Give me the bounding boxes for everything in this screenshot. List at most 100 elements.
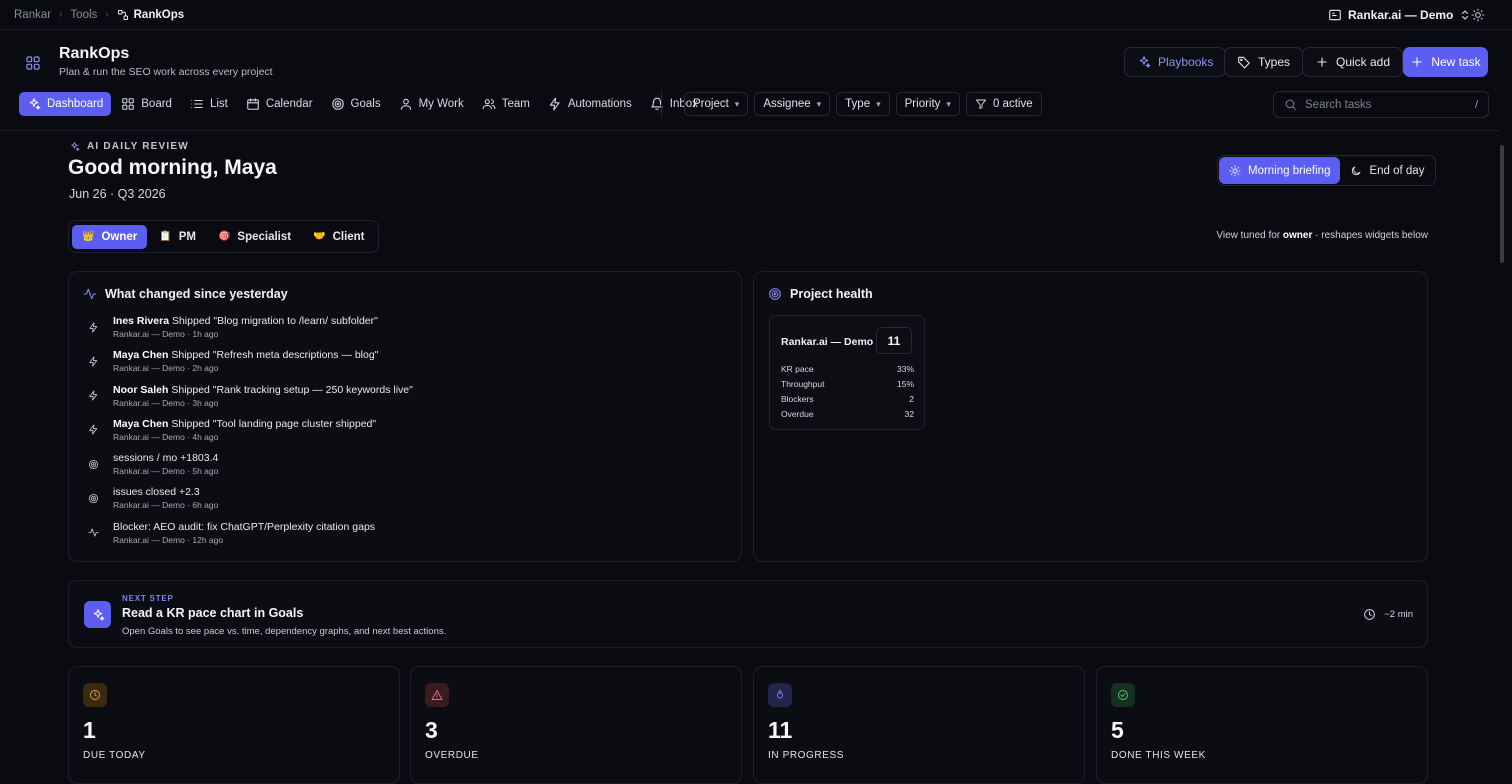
- target-icon: [331, 97, 345, 111]
- breadcrumb: Rankar › Tools › RankOps: [14, 9, 184, 21]
- stat-in-progress[interactable]: 11 IN PROGRESS: [753, 666, 1085, 784]
- bolt-icon: [87, 321, 99, 333]
- app-title: RankOps: [59, 45, 130, 62]
- app-subtitle: Plan & run the SEO work across every pro…: [59, 66, 273, 78]
- header-divider: [0, 130, 1500, 131]
- health-row-blockers: Blockers 2: [781, 394, 914, 404]
- warning-icon: [425, 683, 449, 707]
- bolt-icon: [87, 355, 99, 367]
- ai-daily-review-label: AI DAILY REVIEW: [69, 141, 189, 152]
- tab-dashboard[interactable]: Dashboard: [19, 92, 112, 116]
- priority-filter[interactable]: Priority ▾: [895, 92, 960, 116]
- workflow-icon: [117, 9, 129, 21]
- nav-divider: [661, 90, 662, 118]
- chevron-right-icon: ›: [105, 9, 109, 20]
- handshake-icon: 🤝: [313, 231, 326, 242]
- tab-list[interactable]: List: [182, 92, 236, 116]
- list-item[interactable]: Maya Chen Shipped "Refresh meta descript…: [87, 349, 413, 383]
- chevron-down-icon: ▾: [876, 98, 881, 109]
- end-of-day-button[interactable]: End of day: [1340, 157, 1434, 184]
- briefing-toggle: Morning briefing End of day: [1217, 155, 1437, 186]
- search-box: /: [1273, 91, 1489, 118]
- target-icon: [87, 492, 99, 504]
- clock-icon: [1363, 608, 1376, 621]
- list-icon: [190, 97, 204, 111]
- project-task-count: 11: [876, 327, 912, 354]
- role-owner[interactable]: 👑 Owner: [72, 224, 148, 249]
- scrollbar-thumb[interactable]: [1500, 145, 1504, 263]
- tab-calendar[interactable]: Calendar: [238, 92, 321, 116]
- list-item[interactable]: sessions / mo +1803.4 Rankar.ai — Demo ·…: [87, 452, 413, 486]
- list-item[interactable]: Maya Chen Shipped "Tool landing page clu…: [87, 418, 413, 452]
- assignee-filter[interactable]: Assignee ▾: [754, 92, 831, 116]
- chevron-down-icon: ▾: [816, 98, 822, 109]
- search-input[interactable]: [1305, 98, 1467, 111]
- stat-due-today[interactable]: 1 DUE TODAY: [68, 666, 400, 784]
- breadcrumb-current: RankOps: [117, 9, 184, 21]
- calendar-icon: [246, 97, 260, 111]
- project-health-title: Project health: [768, 287, 873, 301]
- search-shortcut: /: [1474, 98, 1478, 111]
- breadcrumb-item-rankar[interactable]: Rankar: [14, 9, 51, 21]
- stat-done-this-week[interactable]: 5 DONE THIS WEEK: [1096, 666, 1428, 784]
- health-row-overdue: Overdue 32: [781, 409, 914, 419]
- filter-bar: Project ▾ Assignee ▾ Type ▾ Priority ▾ 0 act…: [684, 92, 1042, 116]
- flame-icon: [768, 683, 792, 707]
- type-filter[interactable]: Type ▾: [836, 92, 890, 116]
- sun-icon: [1229, 165, 1241, 177]
- stat-overdue[interactable]: 3 OVERDUE: [410, 666, 742, 784]
- list-item[interactable]: Noor Saleh Shipped "Rank tracking setup …: [87, 384, 413, 418]
- pulse-icon: [87, 527, 99, 539]
- user-icon: [399, 97, 413, 111]
- tab-board[interactable]: Board: [113, 92, 180, 116]
- project-name: Rankar.ai — Demo: [781, 336, 874, 348]
- workspace-switcher[interactable]: Rankar.ai — Demo: [1318, 4, 1481, 26]
- what-changed-title: What changed since yesterday: [83, 287, 288, 301]
- theme-toggle-sun-icon[interactable]: [1466, 4, 1490, 26]
- sparkles-icon: [1137, 55, 1151, 69]
- types-button[interactable]: Types: [1224, 47, 1304, 77]
- bolt-icon: [87, 390, 99, 402]
- sparkles-icon: [84, 601, 111, 628]
- next-step-title: Read a KR pace chart in Goals: [122, 606, 304, 620]
- bolt-icon: [548, 97, 562, 111]
- list-item[interactable]: issues closed +2.3 Rankar.ai — Demo · 6h…: [87, 486, 413, 520]
- workspace-name: Rankar.ai — Demo: [1348, 8, 1454, 22]
- users-icon: [482, 97, 496, 111]
- top-bar: Rankar › Tools › RankOps: [0, 0, 1512, 30]
- tab-goals[interactable]: Goals: [323, 92, 389, 116]
- role-client[interactable]: 🤝 Client: [303, 225, 374, 249]
- new-task-button[interactable]: New task: [1403, 47, 1488, 77]
- clock-icon: [83, 683, 107, 707]
- filter-icon: [975, 98, 987, 110]
- sparkles-icon: [69, 141, 80, 152]
- role-specialist[interactable]: 🎯 Specialist: [208, 225, 301, 249]
- project-health-card[interactable]: Rankar.ai — Demo 11 KR pace 33% Throughpu…: [769, 315, 925, 430]
- tab-automations[interactable]: Automations: [540, 92, 640, 116]
- grid-icon: [121, 97, 135, 111]
- playbooks-button[interactable]: Playbooks: [1124, 47, 1227, 77]
- plus-icon: [1410, 55, 1424, 69]
- chevron-down-icon: ▾: [946, 98, 951, 109]
- pulse-icon: [83, 287, 97, 301]
- check-circle-icon: [1111, 683, 1135, 707]
- chevron-right-icon: ›: [59, 9, 63, 20]
- quick-add-button[interactable]: Quick add: [1302, 47, 1404, 77]
- tab-team[interactable]: Team: [474, 92, 538, 116]
- list-item[interactable]: Blocker: AEO audit: fix ChatGPT/Perplexi…: [87, 521, 413, 555]
- morning-briefing-button[interactable]: Morning briefing: [1219, 157, 1341, 184]
- next-step-card[interactable]: NEXT STEP Read a KR pace chart in Goals …: [68, 580, 1428, 648]
- moon-icon: [1350, 165, 1362, 177]
- list-item[interactable]: Ines Rivera Shipped "Blog migration to /…: [87, 315, 413, 349]
- active-filters-button[interactable]: 0 active: [965, 92, 1042, 116]
- project-filter[interactable]: Project ▾: [684, 92, 749, 116]
- role-pm[interactable]: 📋 PM: [149, 225, 206, 249]
- role-switcher: 👑 Owner 📋 PM 🎯 Specialist 🤝 Client: [68, 220, 379, 253]
- breadcrumb-item-tools[interactable]: Tools: [70, 9, 97, 21]
- project-health-panel: Project health Rankar.ai — Demo 11 KR pa…: [753, 271, 1428, 562]
- chevron-down-icon: ▾: [734, 98, 740, 109]
- bolt-icon: [87, 424, 99, 436]
- tab-my-work[interactable]: My Work: [391, 92, 472, 116]
- plus-icon: [1315, 55, 1329, 69]
- what-changed-panel: What changed since yesterday Ines Rivera…: [68, 271, 742, 562]
